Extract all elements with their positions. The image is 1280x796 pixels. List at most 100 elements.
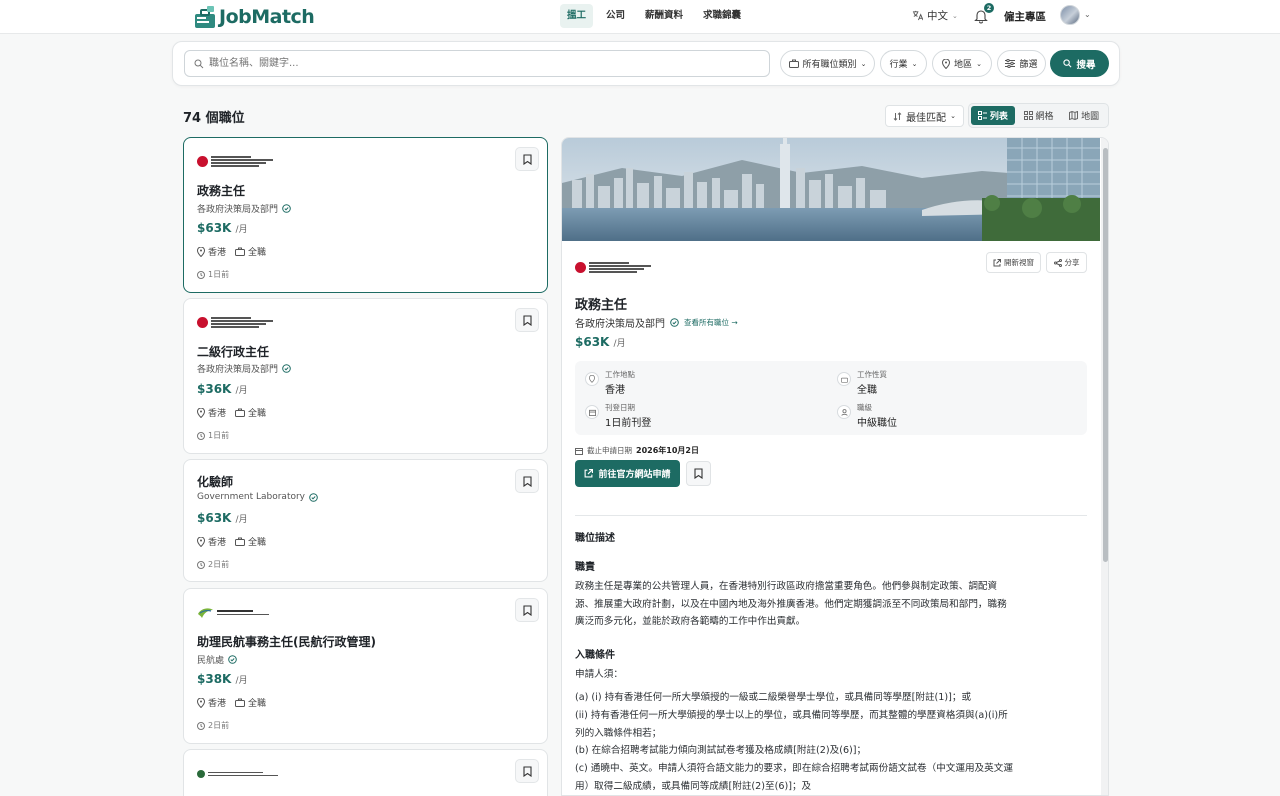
requirement-c: (c) 通曉中、英文。申請人須符合語文能力的要求，即在綜合招聘考試兩份語文試卷（… <box>575 763 1013 792</box>
job-company: 民航處 <box>197 653 237 666</box>
company-name: 民航處 <box>197 656 225 666</box>
application-deadline: 截止申請日期 2026年10月2日 <box>575 445 699 456</box>
search-button[interactable]: 搜尋 <box>1050 50 1109 77</box>
jobmatch-logo[interactable]: JobMatch <box>194 4 315 30</box>
chevron-down-icon: ⌄ <box>952 11 958 20</box>
view-list-button[interactable]: 列表 <box>971 106 1015 125</box>
job-info-box: 工作地點 香港 工作性質 全職 刊登日期 1日前刊登 職級 中級職位 <box>575 361 1087 435</box>
job-card[interactable]: 二級行政主任 各政府決策局及部門 $36K /月 香港 全職 1日前 <box>183 298 548 454</box>
avatar[interactable] <box>1060 5 1080 25</box>
view-map-button[interactable]: 地圖 <box>1062 106 1106 125</box>
verified-icon <box>228 655 237 664</box>
chevron-down-icon: ⌄ <box>860 59 867 68</box>
view-toggle: 列表 網格 地圖 <box>968 103 1109 128</box>
duties-heading: 職責 <box>575 562 595 573</box>
share-button[interactable]: 分享 <box>1046 252 1087 273</box>
chevron-down-icon[interactable]: ⌄ <box>1084 10 1091 19</box>
main-nav: 搵工 公司 薪酬資料 求職錦囊 <box>560 4 748 28</box>
requirements-intro: 申請人須： <box>575 669 623 680</box>
bookmark-button[interactable] <box>515 308 539 332</box>
verified-icon <box>670 318 679 327</box>
job-type: 全職 <box>248 248 267 258</box>
category-filter-label: 所有職位類別 <box>802 60 857 70</box>
search-input[interactable] <box>184 50 770 77</box>
job-location: 香港 <box>208 409 227 419</box>
external-link-icon <box>993 258 1001 266</box>
sort-label: 最佳匹配 <box>906 112 947 124</box>
notification-badge: 2 <box>984 3 994 13</box>
deadline-label: 截止申請日期 <box>587 446 632 455</box>
job-location: 香港 <box>208 248 227 258</box>
job-card[interactable]: 化驗師 Government Laboratory $63K /月 香港 全職 … <box>183 459 548 582</box>
posted-time: 1日前 <box>208 270 230 279</box>
verified-icon <box>282 204 291 213</box>
job-salary: $63K /月 <box>197 221 248 235</box>
view-map-label: 地圖 <box>1081 112 1100 122</box>
scrollbar[interactable] <box>1101 138 1108 795</box>
top-header: JobMatch 搵工 公司 薪酬資料 求職錦囊 中文 ⌄ 2 僱主專區 ⌄ <box>0 0 1280 34</box>
employer-logo <box>197 606 269 619</box>
region-filter[interactable]: 地區 ⌄ <box>932 50 992 77</box>
job-card[interactable]: 政務主任 各政府決策局及部門 $63K /月 香港 全職 1日前 <box>183 137 548 293</box>
job-detail-panel: 開新視窗 分享 政務主任 各政府決策局及部門 查看所有職位 → $63K /月 … <box>561 137 1109 796</box>
verified-icon <box>282 364 291 373</box>
detail-title: 政務主任 <box>575 298 628 313</box>
map-pin-icon <box>197 407 205 418</box>
employer-logo <box>197 317 273 328</box>
category-filter[interactable]: 所有職位類別 ⌄ <box>780 50 875 77</box>
employer-zone-link[interactable]: 僱主專區 <box>1004 9 1046 24</box>
bookmark-button[interactable] <box>515 598 539 622</box>
language-switcher[interactable]: 中文 ⌄ <box>912 8 958 23</box>
search-button-label: 搜尋 <box>1076 59 1096 71</box>
bookmark-button[interactable] <box>515 759 539 783</box>
open-new-window-button[interactable]: 開新視窗 <box>986 252 1041 273</box>
clock-icon <box>197 431 205 440</box>
posted-time: 1日前 <box>208 431 230 440</box>
info-posted: 刊登日期 1日前刊登 <box>585 402 651 429</box>
bookmark-icon <box>522 314 532 326</box>
save-job-button[interactable] <box>686 461 711 486</box>
calendar-icon <box>575 447 583 455</box>
job-company: 各政府決策局及部門 <box>197 362 291 375</box>
nav-salary[interactable]: 薪酬資料 <box>638 4 690 28</box>
scroll-thumb[interactable] <box>1103 148 1108 562</box>
apply-official-site-button[interactable]: 前往官方網站申請 <box>575 460 680 487</box>
map-pin-icon <box>942 58 951 69</box>
company-name: 各政府決策局及部門 <box>575 319 665 330</box>
clock-icon <box>197 270 205 279</box>
chevron-down-icon: ⌄ <box>911 59 918 68</box>
bookmark-button[interactable] <box>515 469 539 493</box>
industry-filter[interactable]: 行業 ⌄ <box>880 50 927 77</box>
employer-logo <box>197 156 273 167</box>
posted-time: 2日前 <box>208 560 230 569</box>
bookmark-icon <box>522 765 532 777</box>
job-salary: $36K /月 <box>197 382 248 396</box>
more-filters-button[interactable]: 篩選 <box>997 50 1046 77</box>
company-name: 各政府決策局及部門 <box>197 205 279 215</box>
requirement-a: (a) (i) 持有香港任何一所大學頒授的一級或二級榮譽學士學位，或具備同等學歷… <box>575 692 972 703</box>
job-meta: 香港 全職 <box>197 406 266 419</box>
sort-icon <box>893 111 902 121</box>
job-card[interactable]: 助理民航事務主任(民航行政管理) 民航處 $38K /月 香港 全職 2日前 <box>183 588 548 744</box>
view-grid-button[interactable]: 網格 <box>1017 106 1061 125</box>
map-pin-icon <box>589 375 595 383</box>
view-all-jobs-link[interactable]: 查看所有職位 → <box>684 317 738 328</box>
employer-logo <box>575 262 651 273</box>
sort-dropdown[interactable]: 最佳匹配 ⌄ <box>885 105 964 127</box>
nav-find-jobs[interactable]: 搵工 <box>560 4 594 28</box>
grid-icon <box>1023 111 1033 120</box>
sliders-icon <box>1005 59 1016 68</box>
logo-text: JobMatch <box>219 6 315 28</box>
nav-career-tips[interactable]: 求職錦囊 <box>696 4 748 28</box>
bookmark-button[interactable] <box>515 147 539 171</box>
duties-text: 政務主任是專業的公共管理人員，在香港特別行政區政府擔當重要角色。他們參與制定政策… <box>575 581 1007 627</box>
employer-logo <box>197 770 278 778</box>
company-name: 各政府決策局及部門 <box>197 365 279 375</box>
nav-companies[interactable]: 公司 <box>599 4 632 28</box>
job-card[interactable] <box>183 749 548 796</box>
job-title: 政務主任 <box>197 184 246 198</box>
briefcase-logo-icon <box>195 6 215 28</box>
briefcase-icon <box>788 59 799 68</box>
briefcase-icon <box>840 377 848 383</box>
results-count: 74 個職位 <box>183 111 245 126</box>
